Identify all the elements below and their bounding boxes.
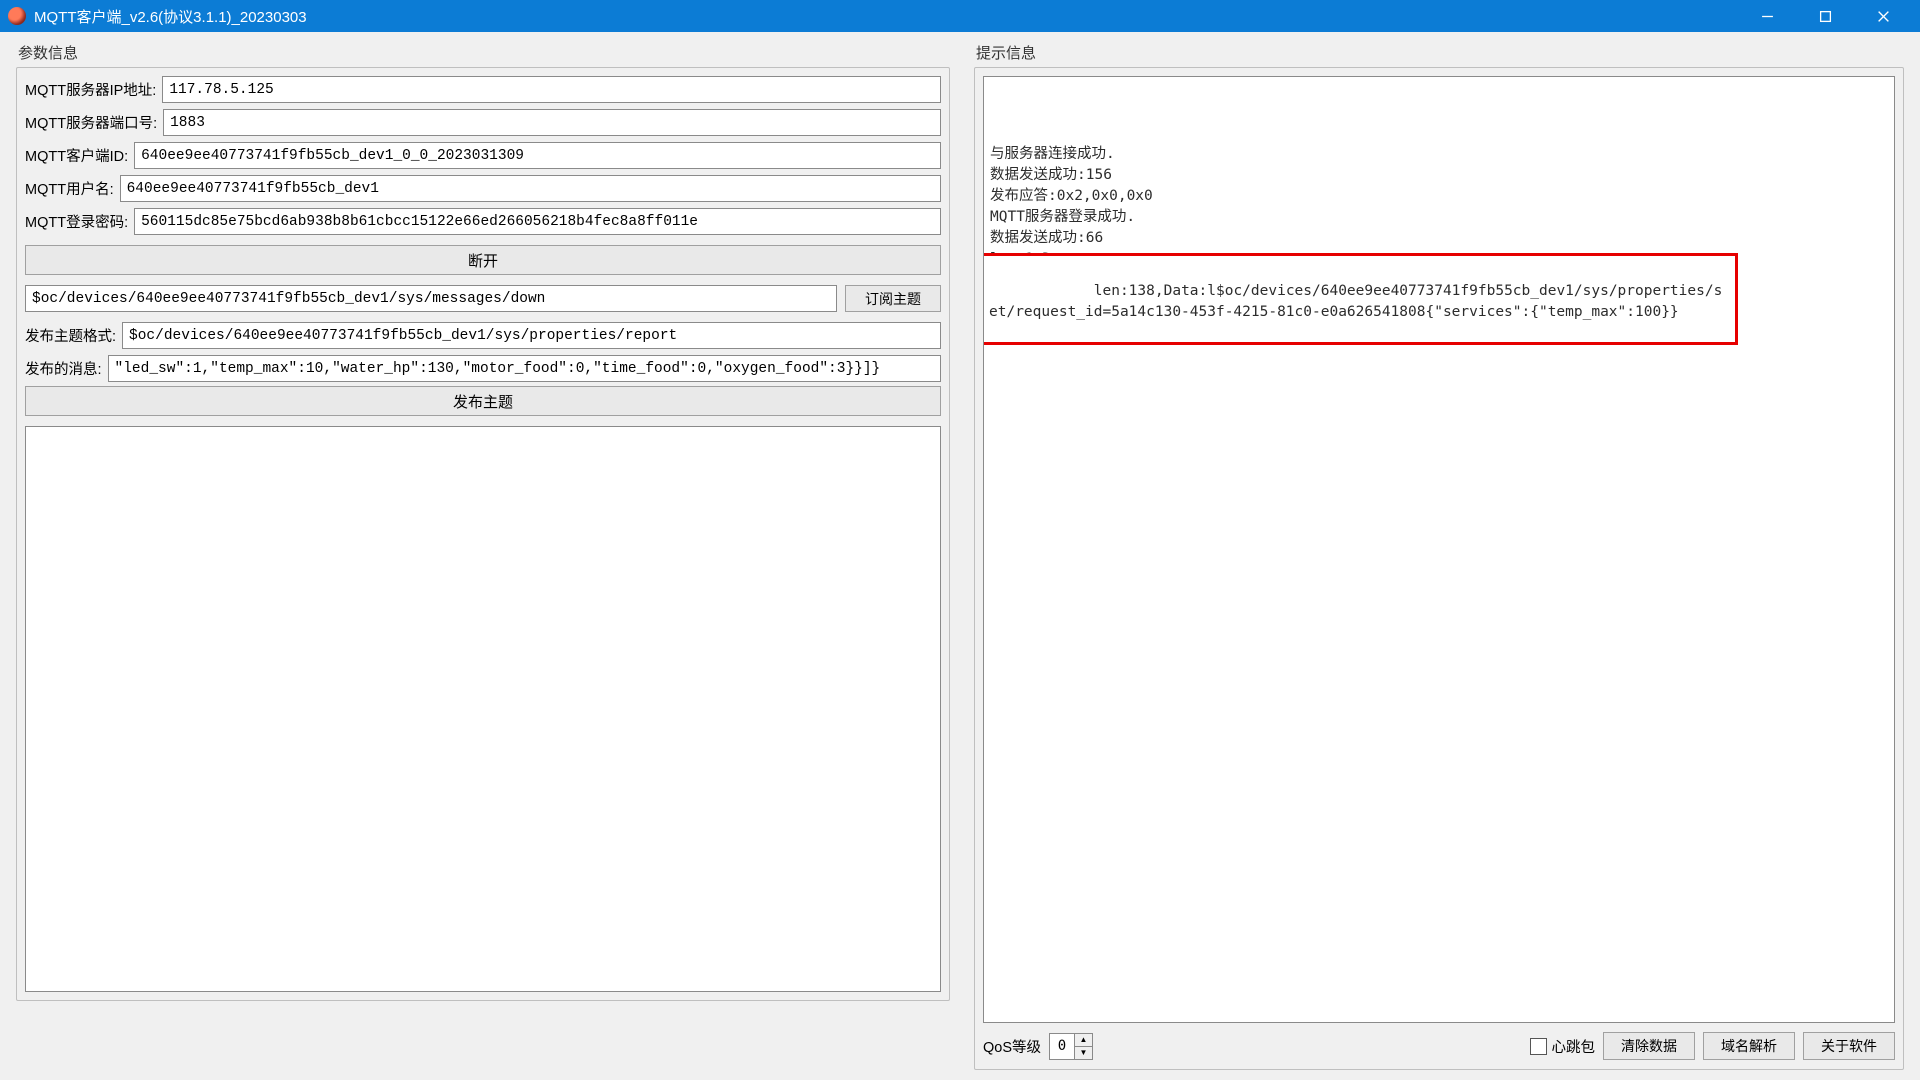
params-groupbox: MQTT服务器IP地址: MQTT服务器端口号: MQTT客户端ID: MQTT… <box>16 67 950 1001</box>
minimize-button[interactable] <box>1738 0 1796 32</box>
qos-spinner[interactable]: ▲ ▼ <box>1049 1033 1093 1060</box>
hint-bottom-bar: QoS等级 ▲ ▼ 心跳包 清除数据 域名解析 <box>983 1031 1895 1061</box>
publish-button[interactable]: 发布主题 <box>25 386 941 416</box>
close-icon <box>1877 10 1890 23</box>
input-pub-msg[interactable] <box>108 355 941 382</box>
disconnect-button[interactable]: 断开 <box>25 245 941 275</box>
log-line: MQTT服务器登录成功. <box>990 207 1888 228</box>
log-line: len:1,Data: <box>990 249 1888 270</box>
log-line: 主题订阅成功. <box>990 270 1888 291</box>
body: 参数信息 MQTT服务器IP地址: MQTT服务器端口号: MQTT客户端ID:… <box>0 32 1920 1080</box>
window-title: MQTT客户端_v2.6(协议3.1.1)_20230303 <box>34 6 1738 27</box>
hint-title: 提示信息 <box>974 36 1904 67</box>
qos-label: QoS等级 <box>983 1036 1041 1057</box>
qos-value[interactable] <box>1050 1034 1074 1059</box>
window-controls <box>1738 0 1912 32</box>
label-user: MQTT用户名: <box>25 178 114 199</box>
qos-arrows: ▲ ▼ <box>1074 1034 1092 1059</box>
field-server-port: MQTT服务器端口号: <box>25 109 941 136</box>
app-icon <box>8 7 26 25</box>
input-sub-topic[interactable] <box>25 285 837 312</box>
left-log-area[interactable] <box>25 426 941 992</box>
checkbox-box-icon <box>1530 1038 1547 1055</box>
input-pub-fmt[interactable] <box>122 322 941 349</box>
label-pub-fmt: 发布主题格式: <box>25 325 116 346</box>
maximize-icon <box>1819 10 1832 23</box>
log-line: 数据发送成功:253 <box>990 312 1888 333</box>
app-window: MQTT客户端_v2.6(协议3.1.1)_20230303 参数信息 MQTT… <box>0 0 1920 1080</box>
params-panel: 参数信息 MQTT服务器IP地址: MQTT服务器端口号: MQTT客户端ID:… <box>16 36 950 1070</box>
titlebar: MQTT客户端_v2.6(协议3.1.1)_20230303 <box>0 0 1920 32</box>
input-client-id[interactable] <box>134 142 941 169</box>
dns-button[interactable]: 域名解析 <box>1703 1032 1795 1060</box>
field-pwd: MQTT登录密码: <box>25 208 941 235</box>
qos-up[interactable]: ▲ <box>1075 1034 1092 1047</box>
label-server-ip: MQTT服务器IP地址: <box>25 79 156 100</box>
field-user: MQTT用户名: <box>25 175 941 202</box>
field-client-id: MQTT客户端ID: <box>25 142 941 169</box>
hint-log[interactable]: 与服务器连接成功.数据发送成功:156发布应答:0x2,0x0,0x0MQTT服… <box>983 76 1895 1023</box>
input-server-ip[interactable] <box>162 76 941 103</box>
clear-button[interactable]: 清除数据 <box>1603 1032 1695 1060</box>
subscribe-button[interactable]: 订阅主题 <box>845 285 941 312</box>
publish-msg-row: 发布的消息: <box>25 355 941 382</box>
maximize-button[interactable] <box>1796 0 1854 32</box>
subscribe-row: 订阅主题 <box>25 285 941 312</box>
publish-format-row: 发布主题格式: <box>25 322 941 349</box>
label-client-id: MQTT客户端ID: <box>25 145 128 166</box>
log-line: 消息质量等级:0 <box>990 291 1888 312</box>
heartbeat-checkbox[interactable]: 心跳包 <box>1530 1036 1596 1057</box>
input-user[interactable] <box>120 175 941 202</box>
label-server-port: MQTT服务器端口号: <box>25 112 157 133</box>
field-server-ip: MQTT服务器IP地址: <box>25 76 941 103</box>
input-pwd[interactable] <box>134 208 941 235</box>
log-line: 数据发送成功:156 <box>990 165 1888 186</box>
label-pub-msg: 发布的消息: <box>25 358 102 379</box>
hint-panel: 提示信息 与服务器连接成功.数据发送成功:156发布应答:0x2,0x0,0x0… <box>974 36 1904 1070</box>
log-line: 发布应答:0x2,0x0,0x0 <box>990 186 1888 207</box>
about-button[interactable]: 关于软件 <box>1803 1032 1895 1060</box>
minimize-icon <box>1761 10 1774 23</box>
params-title: 参数信息 <box>16 36 950 67</box>
heartbeat-label: 心跳包 <box>1552 1036 1596 1057</box>
hint-groupbox: 与服务器连接成功.数据发送成功:156发布应答:0x2,0x0,0x0MQTT服… <box>974 67 1904 1070</box>
input-server-port[interactable] <box>163 109 941 136</box>
log-line: 数据发送成功:66 <box>990 228 1888 249</box>
label-pwd: MQTT登录密码: <box>25 211 128 232</box>
qos-down[interactable]: ▼ <box>1075 1047 1092 1059</box>
log-line: 与服务器连接成功. <box>990 144 1888 165</box>
close-button[interactable] <box>1854 0 1912 32</box>
